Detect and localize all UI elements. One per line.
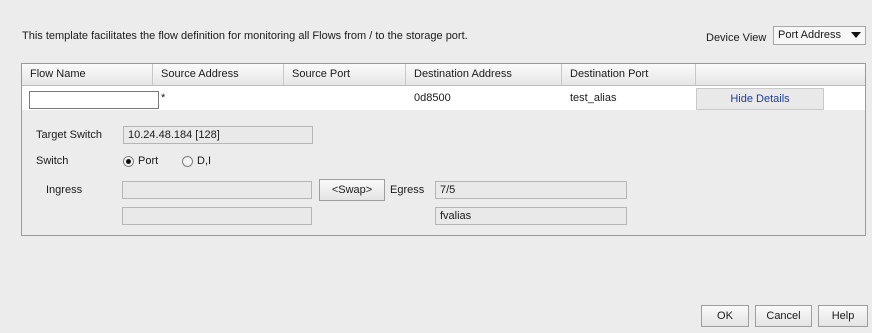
switch-port-radio[interactable]	[123, 156, 134, 167]
column-header-destination-address[interactable]: Destination Address	[406, 64, 562, 85]
template-description: This template facilitates the flow defin…	[22, 30, 468, 42]
ingress-label: Ingress	[46, 184, 83, 196]
ingress-alias-field[interactable]	[122, 207, 312, 225]
table-header: Flow Name Source Address Source Port Des…	[22, 64, 865, 86]
egress-alias-field[interactable]: fvalias	[435, 207, 627, 225]
target-switch-label: Target Switch	[36, 129, 103, 141]
switch-di-radio[interactable]	[182, 156, 193, 167]
egress-port-field[interactable]: 7/5	[435, 181, 627, 199]
device-view-select[interactable]: Port Address	[773, 26, 866, 45]
column-header-source-address[interactable]: Source Address	[153, 64, 284, 85]
flow-definition-panel: Flow Name Source Address Source Port Des…	[21, 63, 866, 236]
source-address-cell: *	[161, 92, 166, 104]
switch-label: Switch	[36, 155, 69, 167]
column-header-source-port[interactable]: Source Port	[284, 64, 406, 85]
column-header-destination-port[interactable]: Destination Port	[562, 64, 696, 85]
column-header-flow-name[interactable]: Flow Name	[22, 64, 153, 85]
device-view-selected: Port Address	[778, 29, 841, 41]
hide-details-button[interactable]: Hide Details	[696, 88, 824, 110]
help-button[interactable]: Help	[818, 305, 868, 327]
column-header-action	[696, 64, 865, 85]
destination-address-cell: 0d8500	[414, 92, 451, 104]
chevron-down-icon	[851, 32, 861, 38]
egress-label: Egress	[390, 184, 425, 196]
ingress-port-field[interactable]	[122, 181, 312, 199]
device-view-label: Device View	[706, 32, 767, 44]
target-switch-field[interactable]: 10.24.48.184 [128]	[123, 126, 313, 144]
ok-button[interactable]: OK	[701, 305, 749, 327]
flow-name-input[interactable]	[29, 91, 159, 109]
switch-port-radio-label: Port	[138, 155, 159, 167]
destination-port-cell: test_alias	[570, 92, 617, 104]
cancel-button[interactable]: Cancel	[755, 305, 812, 327]
swap-button[interactable]: <Swap>	[319, 179, 385, 201]
source-port-cell	[284, 86, 406, 110]
switch-di-radio-label: D,I	[197, 155, 212, 167]
